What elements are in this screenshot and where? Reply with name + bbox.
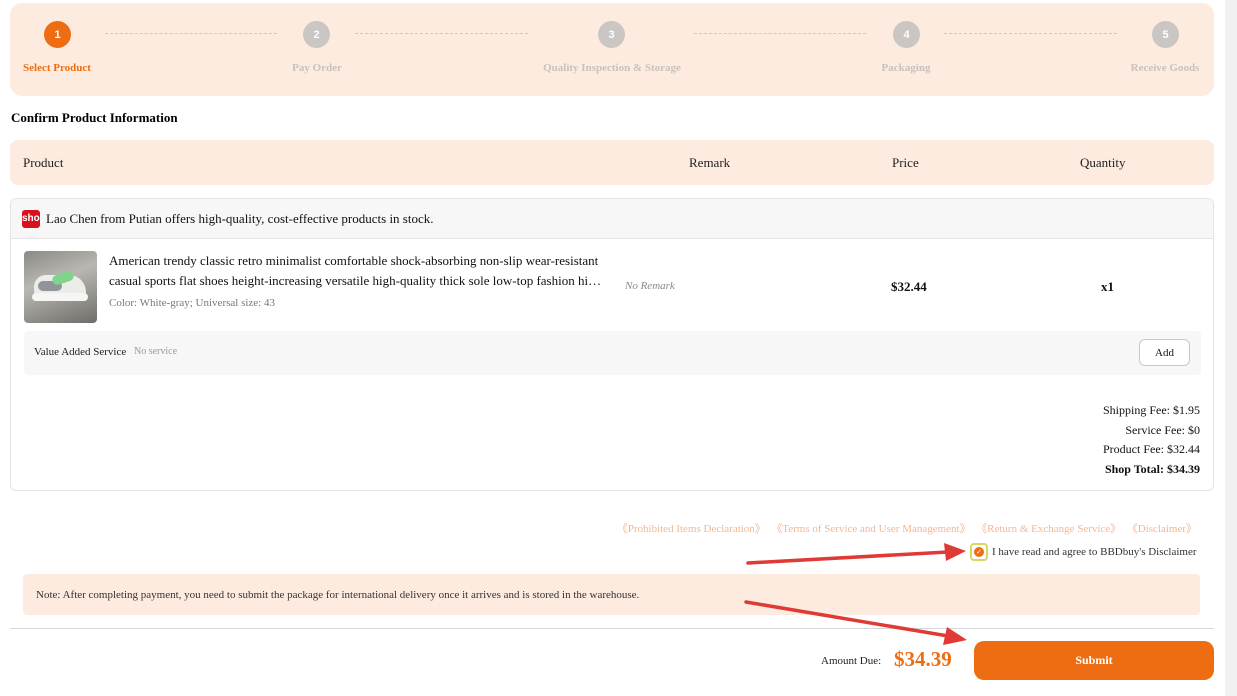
product-title[interactable]: American trendy classic retro minimalist… bbox=[109, 251, 603, 291]
product-fee: Product Fee: $32.44 bbox=[1103, 442, 1200, 456]
fee-summary: Shipping Fee: $1.95 Service Fee: $0 Prod… bbox=[1103, 401, 1200, 479]
shipping-fee: Shipping Fee: $1.95 bbox=[1102, 403, 1200, 417]
product-title-line-1: American trendy classic retro minimalist… bbox=[109, 253, 599, 268]
order-progress-stepper: 1 Select Product 2 Pay Order 3 Quality I… bbox=[10, 3, 1214, 96]
step-connector bbox=[355, 33, 528, 34]
step-connector bbox=[105, 33, 277, 34]
shop-badge-icon: shop bbox=[22, 210, 40, 228]
column-header-product: Product bbox=[23, 155, 64, 170]
step-1-label: Select Product bbox=[23, 62, 91, 74]
step-connector bbox=[944, 33, 1117, 34]
shop-name[interactable]: Lao Chen from Putian offers high-quality… bbox=[46, 211, 434, 227]
step-2-label: Pay Order bbox=[292, 62, 342, 74]
link-prohibited-items[interactable]: 《Prohibited Items Declaration》 bbox=[617, 523, 766, 535]
step-5-circle: 5 bbox=[1152, 21, 1179, 48]
step-2-circle: 2 bbox=[303, 21, 330, 48]
product-thumbnail[interactable] bbox=[24, 251, 97, 323]
step-4-circle: 4 bbox=[893, 21, 920, 48]
product-quantity: x1 bbox=[1101, 279, 1114, 294]
shop-total: Shop Total: $34.39 bbox=[1104, 461, 1200, 476]
arrow-to-checkbox bbox=[746, 543, 966, 565]
step-connector bbox=[694, 33, 866, 34]
payment-note: Note: After completing payment, you need… bbox=[23, 574, 1200, 615]
agreement-text: I have read and agree to BBDbuy's Discla… bbox=[992, 546, 1197, 558]
product-attributes: Color: White-gray; Universal size: 43 bbox=[109, 297, 275, 309]
link-disclaimer[interactable]: 《Disclaimer》 bbox=[1132, 523, 1197, 535]
add-service-button[interactable]: Add bbox=[1139, 339, 1190, 366]
agreement-checkbox[interactable]: ✓ bbox=[970, 543, 988, 561]
step-3-circle: 3 bbox=[598, 21, 625, 48]
section-title: Confirm Product Information bbox=[11, 110, 178, 125]
shop-header: shop Lao Chen from Putian offers high-qu… bbox=[11, 199, 1213, 239]
scrollbar[interactable] bbox=[1225, 0, 1237, 696]
product-table-header: Product Remark Price Quantity bbox=[10, 140, 1214, 185]
value-added-service-value: No service bbox=[134, 346, 178, 357]
column-header-remark: Remark bbox=[689, 155, 731, 170]
policy-links: 《Prohibited Items Declaration》 《Terms of … bbox=[606, 520, 1197, 536]
product-price: $32.44 bbox=[891, 279, 927, 294]
column-header-price: Price bbox=[892, 155, 919, 170]
shoe-image-sole bbox=[32, 293, 88, 301]
payment-note-text: Note: After completing payment, you need… bbox=[36, 589, 640, 601]
service-fee: Service Fee: $0 bbox=[1125, 422, 1200, 437]
value-added-service-row: Value Added Service No service Add bbox=[24, 331, 1201, 375]
step-5-label: Receive Goods bbox=[1130, 62, 1200, 74]
amount-due-value: $34.39 bbox=[894, 647, 952, 671]
check-icon: ✓ bbox=[974, 547, 984, 557]
product-remark: No Remark bbox=[625, 280, 675, 292]
value-added-service-label: Value Added Service bbox=[34, 346, 127, 358]
step-1-circle: 1 bbox=[44, 21, 71, 48]
link-terms-of-service[interactable]: 《Terms of Service and User Management》 bbox=[777, 523, 971, 535]
shop-order-card: shop Lao Chen from Putian offers high-qu… bbox=[10, 198, 1214, 491]
submit-button[interactable]: Submit bbox=[974, 641, 1214, 680]
link-return-exchange[interactable]: 《Return & Exchange Service》 bbox=[982, 523, 1122, 535]
footer-divider bbox=[10, 628, 1214, 629]
column-header-quantity: Quantity bbox=[1080, 155, 1126, 170]
step-4-label: Packaging bbox=[881, 62, 931, 74]
amount-due-label: Amount Due: bbox=[821, 655, 882, 667]
step-3-label: Quality Inspection & Storage bbox=[543, 62, 681, 74]
product-title-line-2: casual sports flat shoes height-increasi… bbox=[109, 273, 603, 288]
